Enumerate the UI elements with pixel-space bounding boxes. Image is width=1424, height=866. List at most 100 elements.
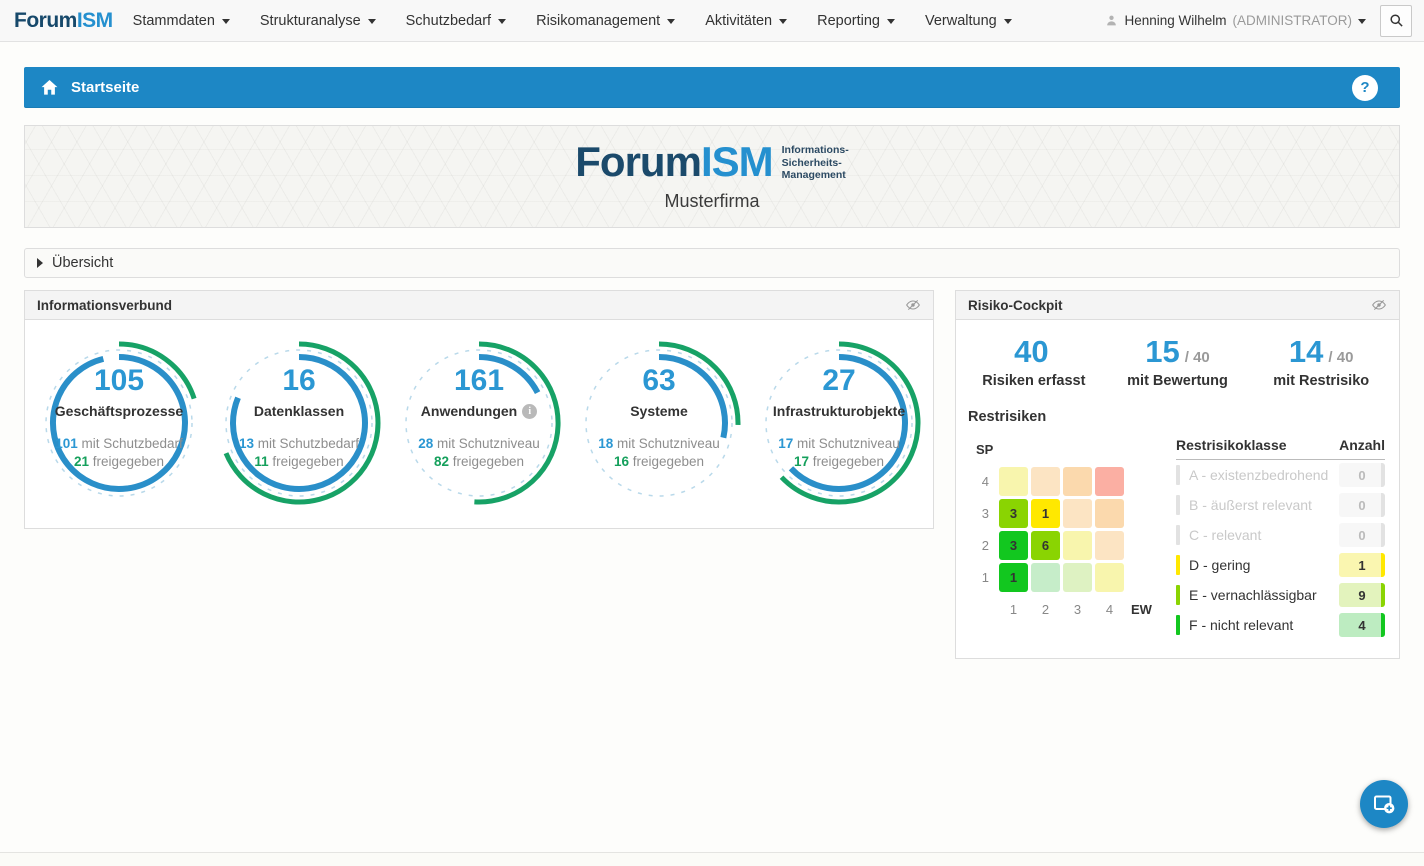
page-title[interactable]: Startseite (71, 79, 139, 96)
app-banner: ForumISM Informations- Sicherheits- Mana… (24, 125, 1400, 228)
matrix-cell-sp1-ew4[interactable] (1095, 563, 1124, 592)
banner-logo-text: ForumISM (575, 141, 772, 183)
class-row-d[interactable]: D - gering1 (1176, 550, 1385, 580)
chevron-down-icon (1004, 19, 1012, 24)
nav-item-risikomanagement[interactable]: Risikomanagement (536, 13, 675, 29)
nav-item-reporting[interactable]: Reporting (817, 13, 895, 29)
matrix-cell-sp4-ew2[interactable] (1031, 467, 1060, 496)
risiko-cockpit-panel: Risiko-Cockpit 40 Risiken erfasst 15/ 40… (955, 290, 1400, 659)
class-count: 0 (1358, 468, 1365, 483)
risiko-cockpit-title: Risiko-Cockpit (968, 298, 1063, 313)
matrix-cell-sp4-ew1[interactable] (999, 467, 1028, 496)
matrix-cell-sp1-ew1[interactable]: 1 (999, 563, 1028, 592)
nav-item-schutzbedarf[interactable]: Schutzbedarf (406, 13, 506, 29)
matrix-cell-sp3-ew1[interactable]: 3 (999, 499, 1028, 528)
gauge-metric-1: 28 mit Schutzniveau (418, 436, 540, 451)
nav-menu: Stammdaten Strukturanalyse Schutzbedarf Ris… (133, 13, 1012, 29)
informationsverbund-title: Informationsverbund (37, 298, 172, 313)
hide-widget-button[interactable] (905, 297, 921, 313)
banner-logo-part2: ISM (701, 138, 773, 185)
nav-item-verwaltung[interactable]: Verwaltung (925, 13, 1012, 29)
overview-toggle[interactable]: Übersicht (24, 248, 1400, 278)
risk-stats: 40 Risiken erfasst 15/ 40 mit Bewertung … (956, 320, 1399, 403)
pill-color-edge (1381, 493, 1385, 517)
matrix-cell-sp2-ew2[interactable]: 6 (1031, 531, 1060, 560)
gauge-metric-2: 82 freigegeben (434, 454, 524, 469)
search-icon (1389, 13, 1404, 28)
user-menu[interactable]: Henning Wilhelm (ADMINISTRATOR) (1105, 13, 1366, 28)
nav-right: Henning Wilhelm (ADMINISTRATOR) (1105, 5, 1412, 37)
chevron-down-icon (498, 19, 506, 24)
matrix-cell-sp3-ew4[interactable] (1095, 499, 1124, 528)
class-row-a[interactable]: A - existenzbedrohend 0 (1176, 460, 1385, 490)
chevron-down-icon (779, 19, 787, 24)
hide-widget-button[interactable] (1371, 297, 1387, 313)
gauge-systeme[interactable]: 63Systeme18 mit Schutzniveau16 freigegeb… (569, 334, 749, 512)
class-label: A - existenzbedrohend (1189, 467, 1330, 483)
matrix-cell-sp2-ew3[interactable] (1063, 531, 1092, 560)
user-name: Henning Wilhelm (1124, 13, 1226, 28)
informationsverbund-panel: Informationsverbund 105Geschäftsprozesse… (24, 290, 934, 529)
matrix-cell-sp2-ew1[interactable]: 3 (999, 531, 1028, 560)
help-button[interactable]: ? (1352, 75, 1378, 101)
class-count: 0 (1358, 528, 1365, 543)
stat-suffix: / 40 (1328, 349, 1353, 366)
nav-item-stammdaten[interactable]: Stammdaten (133, 13, 230, 29)
matrix-cell-sp1-ew2[interactable] (1031, 563, 1060, 592)
pill-color-edge (1381, 463, 1385, 487)
class-row-c[interactable]: C - relevant0 (1176, 520, 1385, 550)
triangle-right-icon (37, 258, 43, 268)
metric2-value: 11 (254, 454, 268, 469)
matrix-col-label: 1 (999, 602, 1028, 617)
class-row-f[interactable]: F - nicht relevant4 (1176, 610, 1385, 640)
matrix-cell-sp4-ew4[interactable] (1095, 467, 1124, 496)
matrix-col-label: 4 (1095, 602, 1124, 617)
col-restrisikoklasse: Restrisikoklasse (1176, 437, 1339, 453)
gauge-anwendungen[interactable]: 161Anwendungeni28 mit Schutzniveau82 fre… (389, 334, 569, 512)
nav-item-label: Risikomanagement (536, 13, 660, 29)
metric1-value: 13 (239, 436, 254, 451)
banner-logo-part1: Forum (575, 138, 701, 185)
class-row-e[interactable]: E - vernachlässigbar9 (1176, 580, 1385, 610)
gauge-label-text: Infrastrukturobjekte (773, 403, 905, 419)
matrix-cell-sp2-ew4[interactable] (1095, 531, 1124, 560)
brand-logo[interactable]: ForumISM (14, 9, 113, 33)
add-widget-fab[interactable] (1360, 780, 1408, 828)
gauge-infrastrukturobjekte[interactable]: 27Infrastrukturobjekte17 mit Schutznivea… (749, 334, 929, 512)
nav-item-aktivitaeten[interactable]: Aktivitäten (705, 13, 787, 29)
matrix-cell-sp3-ew2[interactable]: 1 (1031, 499, 1060, 528)
matrix-cell-sp4-ew3[interactable] (1063, 467, 1092, 496)
matrix-cell-sp1-ew3[interactable] (1063, 563, 1092, 592)
nav-item-strukturanalyse[interactable]: Strukturanalyse (260, 13, 376, 29)
matrix-row-label: 1 (974, 570, 996, 585)
info-icon[interactable]: i (522, 404, 537, 419)
search-button[interactable] (1380, 5, 1412, 37)
stat-value: 40 (1014, 336, 1048, 367)
risiko-cockpit-header: Risiko-Cockpit (956, 291, 1399, 320)
overview-label: Übersicht (52, 255, 113, 271)
gauge-geschaeftsprozesse[interactable]: 105Geschäftsprozesse101 mit Schutzbedarf… (29, 334, 209, 512)
matrix-col-label: 3 (1063, 602, 1092, 617)
matrix-cell-sp3-ew3[interactable] (1063, 499, 1092, 528)
eye-slash-icon (1371, 297, 1387, 313)
gauge-metric-1: 13 mit Schutzbedarf (239, 436, 359, 451)
gauge-text: 161Anwendungeni28 mit Schutzniveau82 fre… (389, 334, 569, 512)
nav-item-label: Aktivitäten (705, 13, 772, 29)
matrix-y-axis-label: SP (974, 442, 996, 457)
company-name: Musterfirma (664, 191, 759, 212)
class-count: 1 (1358, 558, 1365, 573)
tagline-line2: Sicherheits- (782, 157, 849, 170)
metric2-value: 21 (74, 454, 89, 469)
risk-matrix: SP4331236111234EW (968, 435, 1176, 640)
stat-suffix: / 40 (1185, 349, 1210, 366)
class-count-pill: 4 (1339, 613, 1385, 637)
matrix-grid: SP4331236111234EW (974, 435, 1176, 624)
home-icon[interactable] (40, 78, 59, 97)
breadcrumb-bar: Startseite ? (24, 67, 1400, 108)
gauge-datenklassen[interactable]: 16Datenklassen13 mit Schutzbedarf11 frei… (209, 334, 389, 512)
user-icon (1105, 14, 1118, 27)
class-count-pill: 9 (1339, 583, 1385, 607)
nav-item-label: Verwaltung (925, 13, 997, 29)
class-row-b[interactable]: B - äußerst relevant0 (1176, 490, 1385, 520)
gauge-label-text: Systeme (630, 403, 688, 419)
